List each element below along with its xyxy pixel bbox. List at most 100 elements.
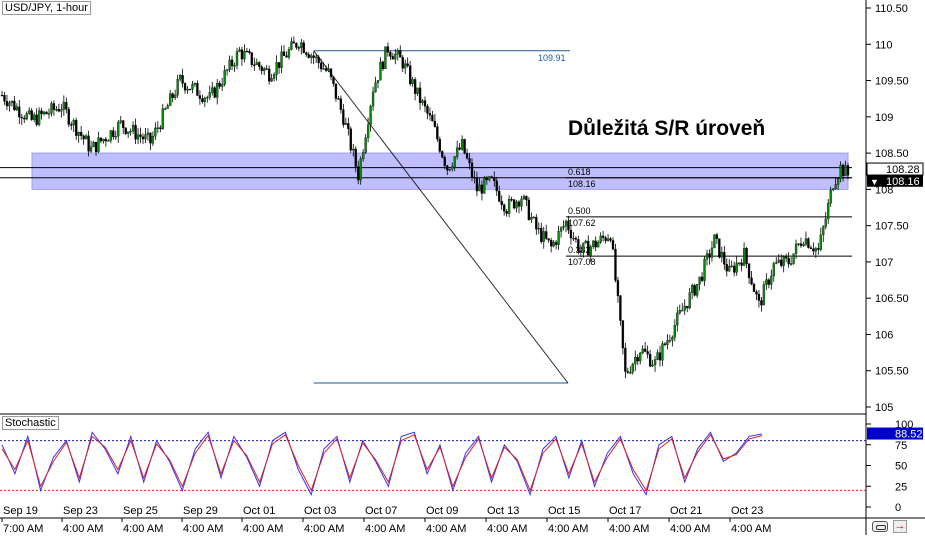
- candle-body: [401, 57, 404, 69]
- price-axis-label-8: 106.50: [875, 293, 909, 305]
- candle-body: [678, 310, 681, 314]
- time-axis-time-12: 4:00 AM: [731, 523, 771, 535]
- candle-body: [292, 41, 296, 44]
- candle-body: [683, 305, 686, 311]
- stochastic-label: Stochastic: [2, 416, 59, 430]
- candle-body: [832, 188, 835, 191]
- price-axis-label-9: 106: [875, 329, 893, 341]
- candle-body: [379, 61, 382, 81]
- candle-body: [738, 262, 741, 265]
- price-chart: 109.910.618108.160.500107.620.382107.08 …: [0, 0, 925, 535]
- candle-body: [448, 168, 451, 171]
- candle-body: [0, 94, 4, 97]
- candle-body: [337, 98, 340, 100]
- candle-body: [238, 49, 241, 52]
- candle-body: [780, 259, 783, 266]
- candle-body: [243, 50, 246, 60]
- candle-body: [60, 109, 63, 112]
- candle-body: [844, 165, 847, 177]
- symbol-label: USD/JPY, 1-hour: [2, 1, 91, 15]
- candle-body: [80, 132, 83, 136]
- candle-body: [166, 105, 169, 109]
- link-icon[interactable]: [872, 521, 888, 532]
- candle-body: [663, 343, 667, 345]
- chart-window: 109.910.618108.160.500107.620.382107.08 …: [0, 0, 925, 535]
- candle-body: [488, 176, 491, 181]
- candle-body: [757, 293, 761, 301]
- candle-body: [30, 110, 33, 120]
- stoch-axis-label-1: 75: [895, 440, 907, 452]
- stoch-axis-label-3: 25: [895, 481, 907, 493]
- candle-body: [13, 100, 16, 111]
- candle-body: [384, 46, 387, 70]
- fib-level-price-1: 107.62: [568, 218, 596, 228]
- candle-body: [10, 100, 14, 103]
- candle-body: [777, 259, 780, 263]
- candle-body: [799, 243, 803, 247]
- candle-body: [616, 280, 620, 296]
- candle-body: [475, 177, 479, 192]
- candle-body: [268, 68, 271, 82]
- candle-body: [463, 139, 466, 154]
- candle-body: [386, 46, 390, 53]
- candle-body: [57, 108, 61, 112]
- candle-body: [453, 156, 456, 167]
- candle-body: [634, 357, 637, 365]
- candle-body: [369, 106, 372, 125]
- candle-body: [334, 83, 338, 99]
- candle-body: [720, 252, 723, 258]
- candle-body: [181, 75, 184, 84]
- candle-body: [272, 74, 276, 79]
- candle-body: [248, 51, 251, 53]
- candle-body: [468, 158, 471, 164]
- candle-body: [629, 372, 632, 374]
- candle-body: [636, 357, 639, 362]
- time-axis-date-4: Oct 01: [243, 505, 275, 517]
- candle-body: [515, 201, 518, 209]
- candle-body: [577, 239, 580, 252]
- sr-annotation: Důležitá S/R úroveň: [568, 117, 765, 141]
- candle-body: [45, 111, 48, 115]
- time-axis-date-2: Sep 25: [123, 505, 158, 517]
- candle-body: [742, 248, 746, 266]
- candle-body: [366, 124, 370, 139]
- candle-body: [62, 101, 65, 110]
- candle-body: [250, 52, 253, 65]
- candle-body: [84, 135, 88, 140]
- candle-body: [324, 68, 328, 71]
- candle-body: [686, 305, 689, 309]
- price-axis-label-0: 110.50: [875, 3, 908, 15]
- candle-body: [322, 68, 325, 70]
- candle-body: [641, 348, 644, 354]
- candle-body: [582, 242, 585, 252]
- candle-body: [280, 51, 283, 68]
- candle-body: [762, 284, 766, 306]
- candle-body: [399, 50, 402, 58]
- candle-body: [691, 285, 694, 293]
- time-axis-time-2: 4:00 AM: [123, 523, 163, 535]
- candle-body: [342, 109, 345, 125]
- candle-body: [178, 75, 182, 80]
- time-axis-date-10: Oct 17: [609, 505, 641, 517]
- candle-body: [72, 120, 75, 126]
- candle-body: [809, 247, 813, 249]
- candle-body: [785, 256, 788, 259]
- candle-body: [597, 242, 600, 248]
- candle-body: [426, 106, 429, 114]
- candle-body: [300, 42, 303, 48]
- candle-body: [436, 126, 439, 140]
- candle-body: [416, 87, 419, 94]
- candle-body: [8, 102, 11, 107]
- candle-body: [136, 134, 140, 140]
- candle-body: [438, 138, 441, 152]
- candle-body: [428, 113, 432, 116]
- stoch-axis-label-4: 0: [895, 502, 901, 514]
- candle-body: [574, 237, 578, 240]
- arrow-right-icon[interactable]: →: [893, 520, 907, 533]
- candle-body: [772, 263, 775, 277]
- time-axis-date-8: Oct 13: [487, 505, 519, 517]
- candle-body: [644, 348, 647, 352]
- candle-body: [275, 62, 278, 75]
- candle-body: [374, 82, 377, 93]
- candle-body: [423, 100, 427, 107]
